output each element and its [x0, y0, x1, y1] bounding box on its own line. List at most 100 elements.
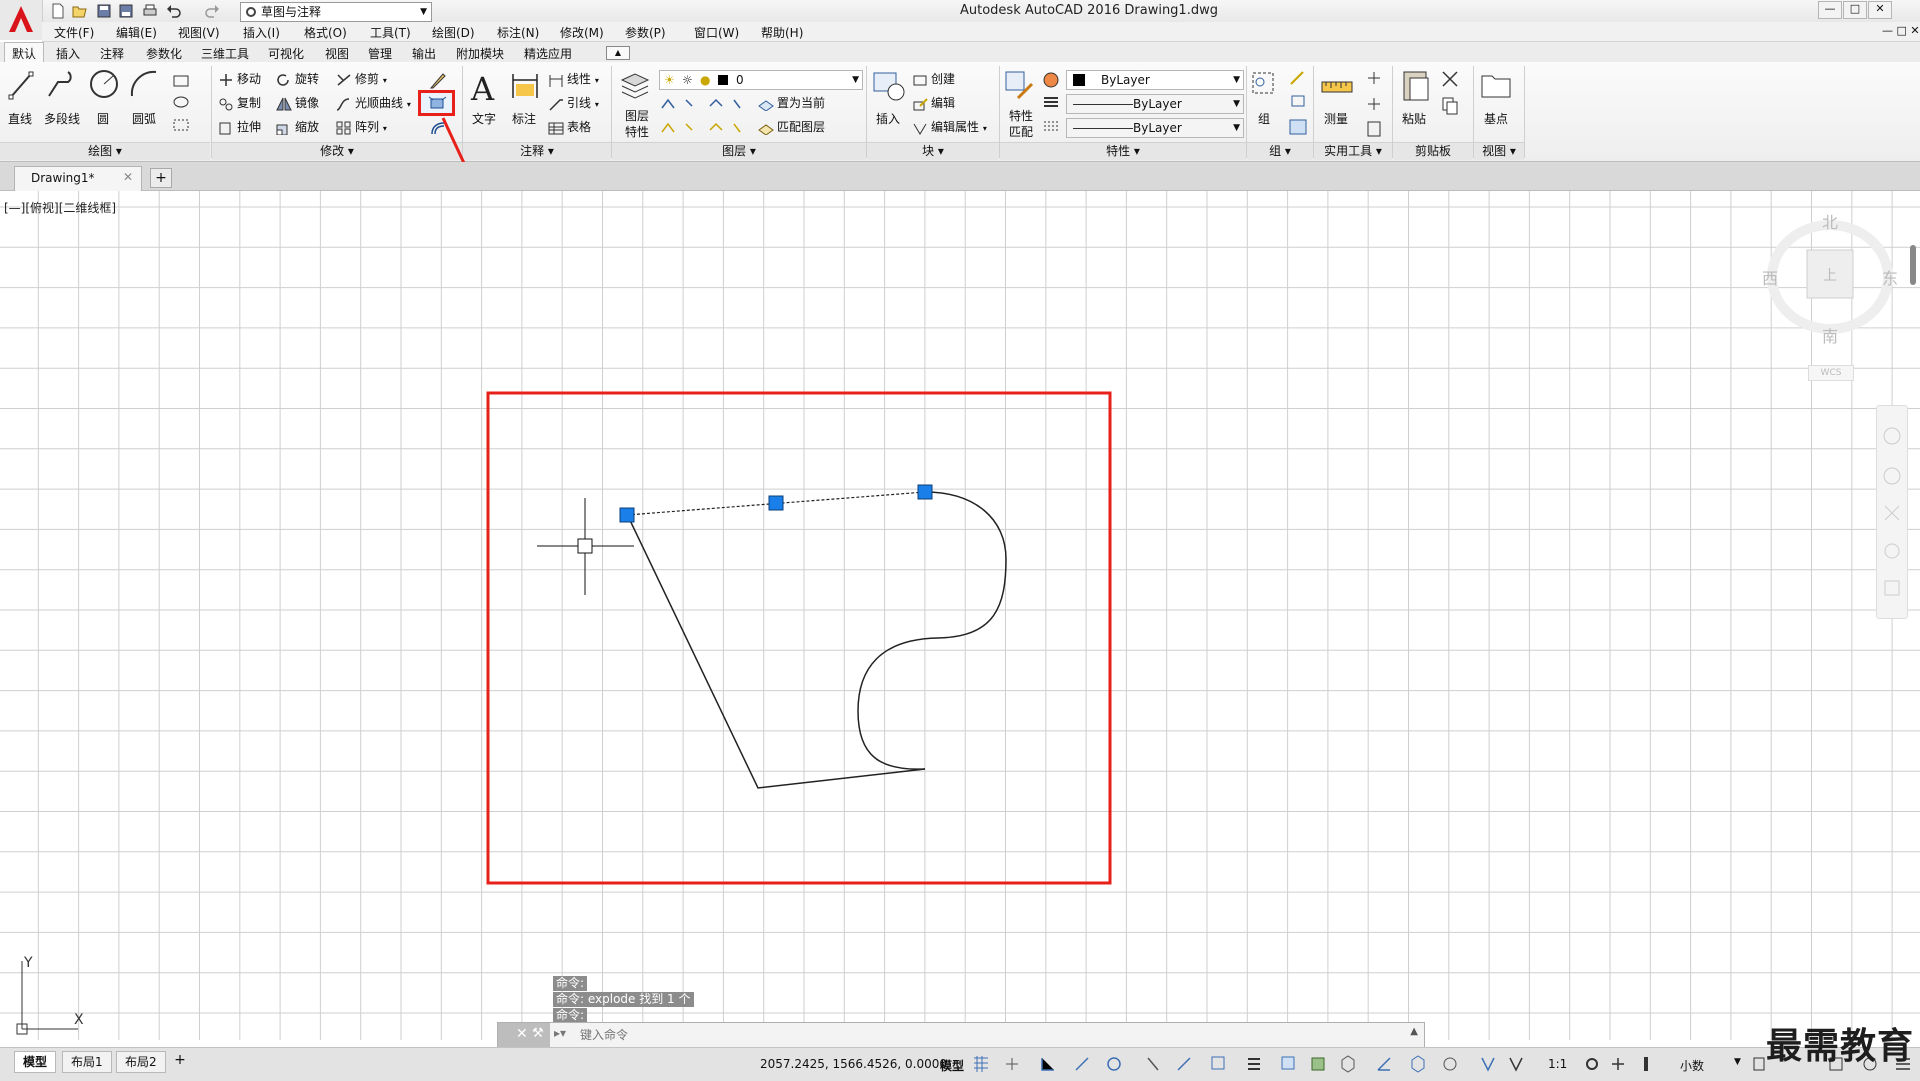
- viewcube-north[interactable]: 北: [1822, 209, 1838, 233]
- insert-block-icon[interactable]: [872, 70, 906, 102]
- panel-clipboard-title[interactable]: 剪贴板: [1393, 142, 1473, 160]
- panel-block-title[interactable]: 块 ▾: [867, 142, 999, 160]
- navigation-tools-icons[interactable]: [1877, 406, 1907, 618]
- insert-button[interactable]: 插入: [876, 110, 900, 127]
- tab-3d-tools[interactable]: 三维工具: [201, 45, 249, 62]
- panel-groups-title[interactable]: 组 ▾: [1247, 142, 1313, 160]
- polyline-icon[interactable]: [46, 70, 76, 100]
- arc-button[interactable]: 圆弧: [132, 110, 156, 127]
- command-input[interactable]: [578, 1025, 1402, 1045]
- edit-attributes-button[interactable]: 编辑属性 ▾: [912, 118, 987, 136]
- scrollbar-thumb[interactable]: [1910, 245, 1916, 285]
- circle-button[interactable]: 圆: [97, 110, 109, 127]
- panel-draw-title[interactable]: 绘图 ▾: [0, 142, 210, 160]
- close-icon[interactable]: ✕: [516, 1026, 528, 1042]
- explode-button[interactable]: [418, 90, 455, 116]
- match-properties-button[interactable]: 特性匹配: [1006, 108, 1036, 140]
- tab-manage[interactable]: 管理: [368, 45, 392, 62]
- line-button[interactable]: 直线: [8, 110, 32, 127]
- smooth-curve-button[interactable]: 光顺曲线 ▾: [336, 94, 411, 112]
- erase-icon[interactable]: [429, 72, 447, 90]
- units-dropdown[interactable]: 小数: [1680, 1057, 1704, 1074]
- layer-properties-button[interactable]: 图层特性: [620, 108, 654, 140]
- open-file-icon[interactable]: [72, 3, 88, 19]
- viewcube[interactable]: 北 南 东 西 上 WCS: [1750, 205, 1900, 385]
- copy-button[interactable]: 复制: [218, 94, 261, 112]
- workspace-dropdown[interactable]: 草图与注释 ▼: [240, 2, 432, 22]
- viewcube-south[interactable]: 南: [1822, 323, 1838, 347]
- undo-icon[interactable]: [166, 3, 182, 19]
- line-icon[interactable]: [8, 70, 34, 100]
- command-line-handle[interactable]: ✕ ⚒: [498, 1023, 550, 1047]
- drawing-area[interactable]: [0, 191, 1920, 1040]
- redo-icon[interactable]: [204, 3, 220, 19]
- group-icon[interactable]: [1250, 70, 1280, 100]
- lineweight-dropdown[interactable]: ByLayer ▼: [1066, 118, 1244, 138]
- tab-addins[interactable]: 附加模块: [456, 45, 504, 62]
- paste-icon[interactable]: [1400, 68, 1432, 102]
- table-button[interactable]: 表格: [548, 118, 591, 136]
- layer-properties-icon[interactable]: [620, 70, 650, 100]
- set-current-layer-button[interactable]: 置为当前: [758, 94, 825, 112]
- wrench-icon[interactable]: ⚒: [532, 1026, 544, 1041]
- dimension-button[interactable]: 标注: [512, 110, 536, 127]
- viewcube-top-face[interactable]: 上: [1823, 265, 1837, 285]
- menu-file[interactable]: 文件(F): [54, 24, 94, 41]
- tab-drawing1[interactable]: Drawing1* ✕: [14, 166, 142, 191]
- polyline-button[interactable]: 多段线: [44, 110, 80, 127]
- text-button[interactable]: 文字: [472, 110, 496, 127]
- save-icon[interactable]: [96, 3, 112, 19]
- cut-copy-icons[interactable]: [1440, 70, 1460, 120]
- mirror-button[interactable]: 镜像: [276, 94, 319, 112]
- command-prompt-icon[interactable]: ▸▾: [554, 1026, 566, 1040]
- menu-window[interactable]: 窗口(W): [694, 24, 739, 41]
- polyline-segments[interactable]: [626, 513, 926, 789]
- rotate-button[interactable]: 旋转: [276, 70, 319, 88]
- layer-tools-row2-icon[interactable]: [660, 120, 760, 136]
- leader-button[interactable]: 引线 ▾: [548, 94, 599, 112]
- menu-edit[interactable]: 编辑(E): [116, 24, 157, 41]
- model-space-button[interactable]: 模型: [940, 1057, 964, 1074]
- tab-view[interactable]: 视图: [325, 45, 349, 62]
- command-history-toggle[interactable]: ▲: [1410, 1026, 1418, 1037]
- panel-utilities-title[interactable]: 实用工具 ▾: [1314, 142, 1392, 160]
- create-block-button[interactable]: 创建: [912, 70, 955, 88]
- trim-button[interactable]: 修剪 ▾: [336, 70, 387, 88]
- tab-layout2[interactable]: 布局2: [116, 1051, 166, 1073]
- panel-annotation-title[interactable]: 注释 ▾: [463, 142, 611, 160]
- menu-insert[interactable]: 插入(I): [243, 24, 280, 41]
- menu-dimension[interactable]: 标注(N): [497, 24, 539, 41]
- text-icon[interactable]: A: [468, 70, 500, 104]
- stretch-button[interactable]: 拉伸: [218, 118, 261, 136]
- panel-properties-title[interactable]: 特性 ▾: [1000, 142, 1246, 160]
- tab-output[interactable]: 输出: [412, 45, 436, 62]
- new-tab-button[interactable]: +: [150, 168, 172, 188]
- menu-draw[interactable]: 绘图(D): [432, 24, 475, 41]
- drafting-settings-icons[interactable]: [972, 1054, 1532, 1074]
- move-button[interactable]: 移动: [218, 70, 261, 88]
- menu-parameter[interactable]: 参数(P): [625, 24, 666, 41]
- paste-button[interactable]: 粘贴: [1402, 110, 1426, 127]
- grip-end[interactable]: [917, 484, 933, 500]
- viewport-controls[interactable]: [—][俯视][二维线框]: [4, 199, 116, 216]
- add-layout-button[interactable]: +: [172, 1052, 188, 1070]
- wcs-menu[interactable]: WCS: [1808, 365, 1854, 381]
- tab-insert[interactable]: 插入: [56, 45, 80, 62]
- linetype-dropdown[interactable]: ByLayer ▼: [1066, 94, 1244, 114]
- offset-icon[interactable]: [430, 120, 448, 136]
- tab-layout1[interactable]: 布局1: [62, 1051, 112, 1073]
- tab-parametric[interactable]: 参数化: [146, 45, 182, 62]
- tab-visualize[interactable]: 可视化: [268, 45, 304, 62]
- annotation-scale[interactable]: 1:1: [1548, 1057, 1567, 1071]
- chevron-down-icon[interactable]: ▼: [1734, 1057, 1741, 1067]
- doc-window-controls[interactable]: — □ ✕: [1882, 24, 1920, 37]
- save-as-icon[interactable]: [118, 3, 134, 19]
- application-menu-button[interactable]: [0, 0, 43, 40]
- match-layer-button[interactable]: 匹配图层: [758, 118, 825, 136]
- arc-icon[interactable]: [128, 68, 160, 100]
- ribbon-toggle-button[interactable]: ▲: [606, 46, 630, 60]
- viewcube-east[interactable]: 东: [1882, 265, 1898, 289]
- maximize-button[interactable]: □: [1843, 1, 1867, 19]
- menu-tools[interactable]: 工具(T): [370, 24, 411, 41]
- scale-button[interactable]: 缩放: [276, 118, 319, 136]
